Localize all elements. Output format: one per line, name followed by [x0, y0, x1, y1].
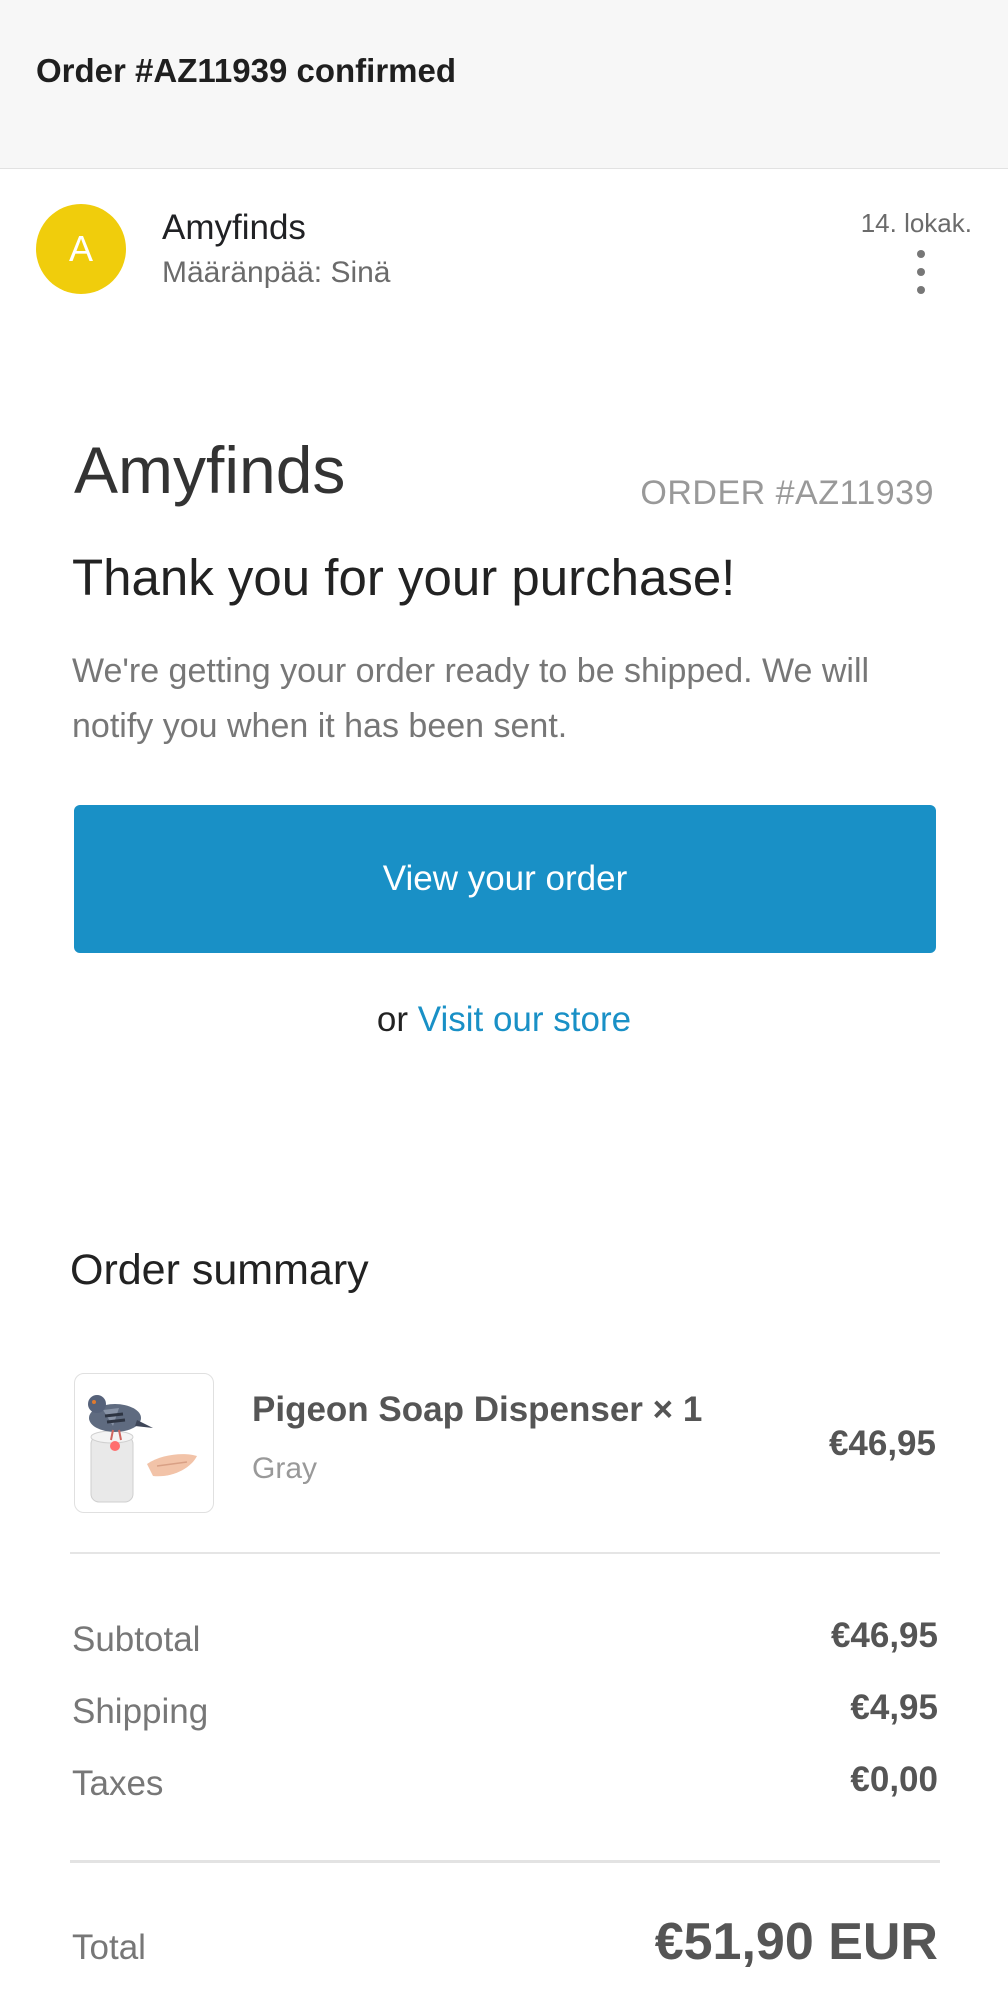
store-link-line: or Visit our store [0, 1000, 1008, 1040]
product-variant: Gray [252, 1452, 318, 1485]
sender-avatar[interactable]: A [36, 204, 126, 294]
total-divider [70, 1860, 940, 1863]
item-divider [70, 1552, 940, 1554]
order-summary-title: Order summary [70, 1246, 369, 1294]
product-name: Pigeon Soap Dispenser × 1 [252, 1390, 703, 1429]
pigeon-soap-dispenser-image [88, 1395, 197, 1503]
product-image[interactable] [74, 1373, 214, 1513]
product-price: €46,95 [828, 1424, 936, 1463]
shipping-value: €4,95 [850, 1688, 938, 1727]
taxes-label: Taxes [72, 1764, 164, 1803]
or-text: or [376, 1000, 409, 1039]
order-number: ORDER #AZ11939 [640, 474, 934, 512]
view-order-label: View your order [382, 859, 628, 898]
subtotal-label: Subtotal [72, 1620, 201, 1659]
shipping-label: Shipping [72, 1692, 209, 1731]
recipient-line: Määränpää: Sinä [162, 256, 391, 289]
taxes-value: €0,00 [850, 1760, 938, 1799]
shipping-message: We're getting your order ready to be shi… [72, 652, 870, 745]
store-name: Amyfinds [74, 433, 346, 507]
more-options-icon[interactable] [906, 250, 936, 294]
total-value: €51,90 EUR [654, 1913, 938, 1971]
view-order-button[interactable]: View your order [74, 805, 936, 953]
sender-name: Amyfinds [162, 208, 306, 247]
subtotal-value: €46,95 [830, 1616, 938, 1655]
thank-you-heading: Thank you for your purchase! [72, 549, 736, 606]
email-date: 14. lokak. [860, 208, 972, 238]
visit-store-link[interactable]: Visit our store [418, 1000, 631, 1039]
total-label: Total [72, 1928, 146, 1967]
email-header-bar: Order #AZ11939 confirmed [0, 0, 1008, 169]
email-subject: Order #AZ11939 confirmed [36, 52, 457, 89]
